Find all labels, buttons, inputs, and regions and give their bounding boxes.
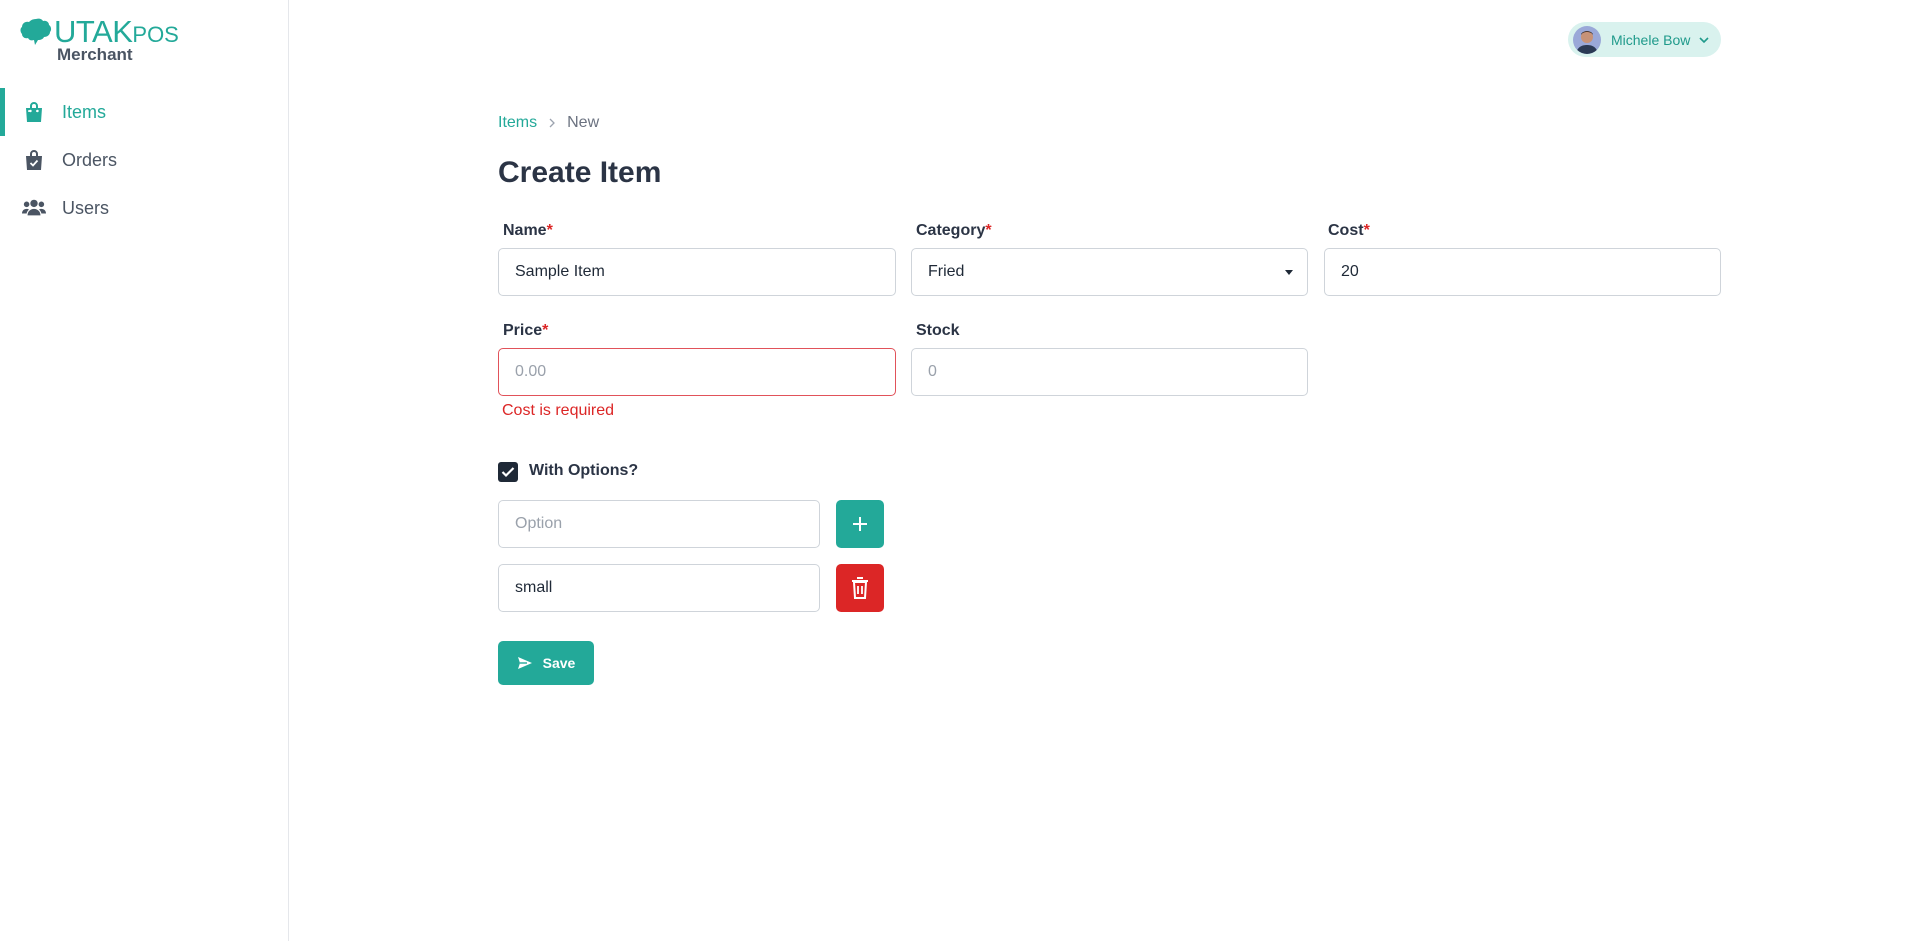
users-icon — [22, 196, 46, 220]
sidebar-item-orders[interactable]: Orders — [0, 136, 288, 184]
trash-icon — [852, 577, 868, 599]
sidebar: UTAKPOS Merchant Items Orders Users — [0, 0, 289, 941]
user-name: Michele Bow — [1611, 31, 1691, 48]
send-icon — [517, 657, 532, 669]
save-button[interactable]: Save — [498, 641, 594, 685]
sidebar-nav: Items Orders Users — [0, 88, 288, 232]
user-menu-button[interactable]: Michele Bow — [1568, 22, 1721, 57]
sidebar-item-label: Items — [62, 101, 107, 122]
add-option-button[interactable] — [836, 500, 884, 548]
sidebar-item-users[interactable]: Users — [0, 184, 288, 232]
brand-subtitle: Merchant — [57, 45, 133, 64]
name-label: Name* — [503, 222, 553, 239]
page-title: Create Item — [498, 156, 662, 189]
chevron-down-icon — [1699, 36, 1709, 43]
brain-logo-icon — [20, 18, 52, 45]
app-logo[interactable]: UTAKPOS Merchant — [20, 16, 220, 68]
with-options-label[interactable]: With Options? — [529, 462, 638, 480]
price-error-message: Cost is required — [502, 402, 615, 419]
name-input[interactable] — [498, 248, 896, 296]
bag-check-icon — [22, 148, 46, 172]
breadcrumb: Items New — [498, 114, 599, 132]
cost-label: Cost* — [1328, 222, 1370, 239]
caret-down-icon — [1285, 270, 1293, 275]
sidebar-item-label: Users — [62, 197, 110, 218]
with-options-checkbox[interactable] — [498, 462, 518, 482]
price-input[interactable] — [498, 348, 896, 396]
checkmark-icon — [501, 467, 515, 478]
category-select[interactable]: Fried — [911, 248, 1308, 296]
option-input[interactable] — [498, 500, 820, 548]
stock-input[interactable] — [911, 348, 1308, 396]
option-value-input[interactable] — [498, 564, 820, 612]
price-label: Price* — [503, 322, 549, 339]
category-label: Category* — [916, 222, 992, 239]
stock-label: Stock — [916, 322, 960, 339]
shopping-bag-icon — [22, 100, 46, 124]
cost-input[interactable] — [1324, 248, 1721, 296]
save-button-label: Save — [542, 655, 576, 671]
category-selected-value: Fried — [928, 263, 965, 280]
breadcrumb-current: New — [567, 114, 600, 131]
chevron-right-icon — [549, 118, 556, 128]
plus-icon — [853, 517, 867, 531]
sidebar-item-label: Orders — [62, 149, 118, 170]
delete-option-button[interactable] — [836, 564, 884, 612]
breadcrumb-link-items[interactable]: Items — [498, 114, 537, 132]
sidebar-item-items[interactable]: Items — [0, 88, 288, 136]
avatar — [1573, 25, 1601, 54]
